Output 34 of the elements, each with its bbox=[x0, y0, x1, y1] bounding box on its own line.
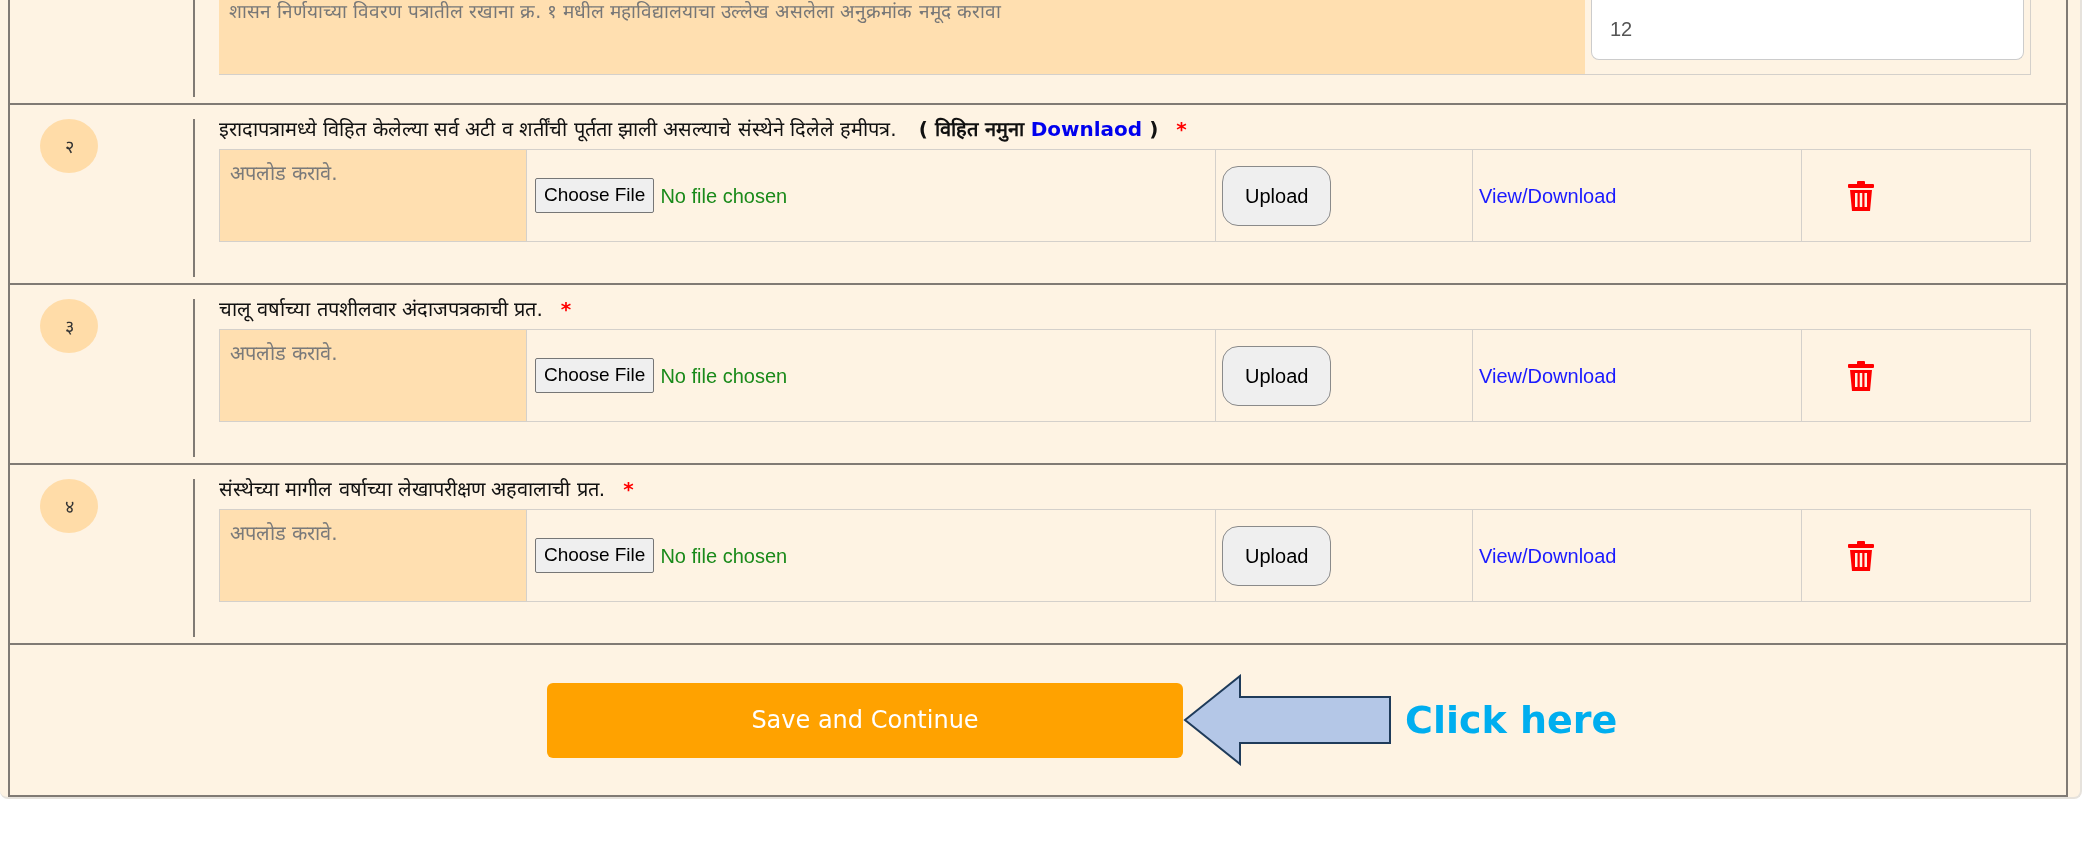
view-download-link[interactable]: View/Download bbox=[1479, 180, 1617, 211]
upload-button[interactable]: Upload bbox=[1222, 525, 1332, 586]
required-mark: * bbox=[560, 296, 572, 323]
row-number: ४ bbox=[40, 479, 98, 533]
required-mark: * bbox=[1176, 116, 1187, 143]
choose-file-button[interactable]: Choose File bbox=[535, 178, 655, 213]
file-status: No file chosen bbox=[660, 543, 788, 569]
view-download-link[interactable]: View/Download bbox=[1479, 360, 1617, 391]
callout-text: Click here bbox=[1405, 696, 1618, 744]
row-number: ३ bbox=[40, 299, 98, 353]
hint-text: अपलोड करावे. bbox=[220, 330, 527, 421]
number-field[interactable]: 12 bbox=[1591, 0, 2024, 60]
choose-file-button[interactable]: Choose File bbox=[535, 358, 655, 393]
document-title: चालू वर्षाच्या तपशीलवार अंदाजपत्रकाची प्रत. bbox=[219, 296, 543, 324]
instruction-text: शासन निर्णयाच्या विवरण पत्रातील रखाना क्र. १ मधील महाविद्यालयाचा उल्लेख असलेला अनुक्रमांक नमूद करावा bbox=[219, 0, 1585, 74]
arrow-icon bbox=[1183, 674, 1393, 766]
hint-text: अपलोड करावे. bbox=[220, 150, 527, 241]
delete-icon[interactable] bbox=[1848, 540, 1874, 571]
delete-icon[interactable] bbox=[1848, 360, 1874, 391]
download-link[interactable]: Downlaod bbox=[1030, 117, 1143, 141]
sample-label: ( विहित नमुना bbox=[918, 117, 1024, 141]
upload-button[interactable]: Upload bbox=[1222, 345, 1332, 406]
file-status: No file chosen bbox=[660, 363, 788, 389]
view-download-link[interactable]: View/Download bbox=[1479, 540, 1617, 571]
required-mark: * bbox=[623, 476, 634, 503]
file-status: No file chosen bbox=[660, 183, 788, 209]
hint-text: अपलोड करावे. bbox=[220, 510, 527, 601]
document-title: संस्थेच्या मागील वर्षाच्या लेखापरीक्षण अहवालाची प्रत. bbox=[219, 476, 606, 503]
bracket-text: ) bbox=[1149, 117, 1159, 141]
delete-icon[interactable] bbox=[1848, 180, 1874, 211]
document-title: इरादापत्रामध्ये विहित केलेल्या सर्व अटी व शर्तींची पूर्तता झाली असल्याचे संस्थेने दिलेले हमीपत्र. bbox=[219, 116, 897, 144]
row-number: २ bbox=[40, 119, 98, 173]
upload-button[interactable]: Upload bbox=[1222, 165, 1332, 226]
choose-file-button[interactable]: Choose File bbox=[535, 538, 655, 573]
